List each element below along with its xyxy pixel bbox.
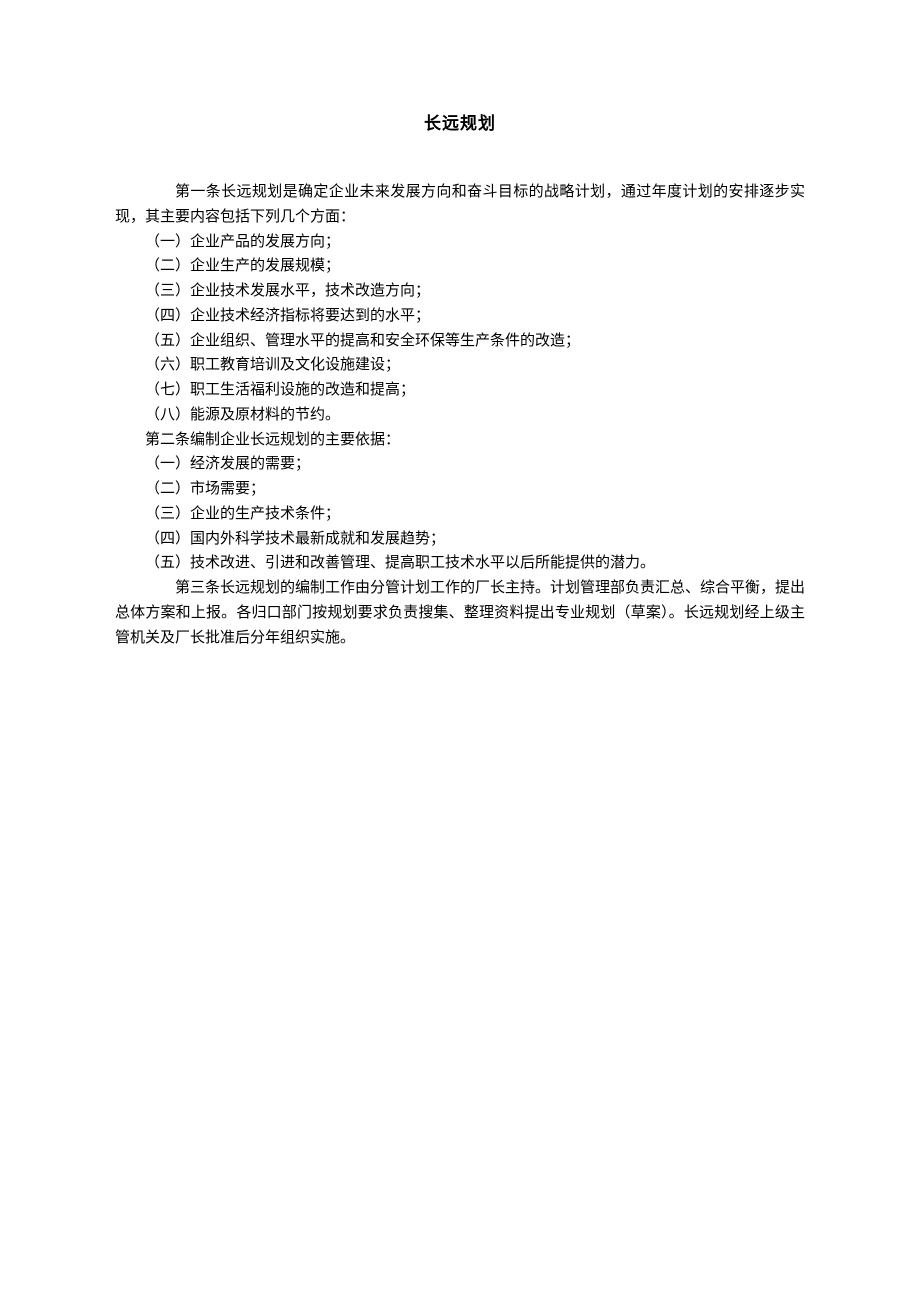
article-1-item: （六）职工教育培训及文化设施建设； <box>115 353 805 378</box>
article-2-item: （一）经济发展的需要； <box>115 452 805 477</box>
article-1-item: （二）企业生产的发展规模； <box>115 254 805 279</box>
document-title: 长远规划 <box>115 110 805 138</box>
article-2-item: （四）国内外科学技术最新成就和发展趋势； <box>115 527 805 552</box>
article-3-text: 第三条长远规划的编制工作由分管计划工作的厂长主持。计划管理部负责汇总、综合平衡，… <box>115 576 805 650</box>
article-1-item: （一）企业产品的发展方向； <box>115 230 805 255</box>
article-2-intro: 第二条编制企业长远规划的主要依据： <box>115 428 805 453</box>
article-2-item: （三）企业的生产技术条件； <box>115 502 805 527</box>
article-1-item: （八）能源及原材料的节约。 <box>115 403 805 428</box>
article-1-item: （七）职工生活福利设施的改造和提高； <box>115 378 805 403</box>
article-2-item: （二）市场需要； <box>115 477 805 502</box>
article-1-item: （五）企业组织、管理水平的提高和安全环保等生产条件的改造； <box>115 329 805 354</box>
article-1-intro: 第一条长远规划是确定企业未来发展方向和奋斗目标的战略计划，通过年度计划的安排逐步… <box>115 180 805 230</box>
article-1-item: （四）企业技术经济指标将要达到的水平； <box>115 304 805 329</box>
article-2-item: （五）技术改进、引进和改善管理、提高职工技术水平以后所能提供的潜力。 <box>115 551 805 576</box>
article-1-item: （三）企业技术发展水平，技术改造方向； <box>115 279 805 304</box>
